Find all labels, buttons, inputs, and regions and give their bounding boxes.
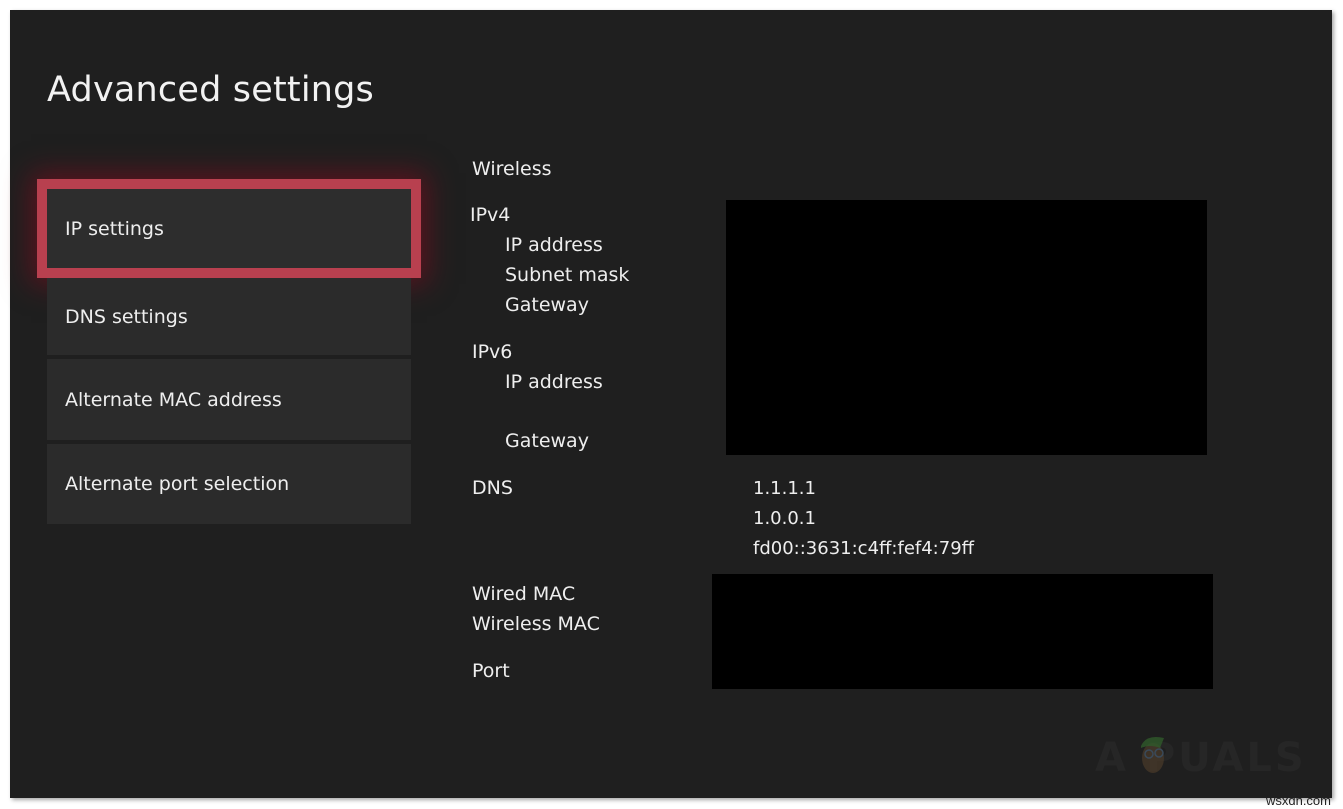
ipv6-gateway-label: Gateway: [505, 430, 589, 452]
page-title: Advanced settings: [47, 70, 374, 110]
redacted-ip-values: [726, 200, 1207, 455]
menu-item-dns-settings[interactable]: DNS settings: [47, 278, 411, 355]
menu-item-label: DNS settings: [65, 305, 188, 328]
appuals-watermark: A PUALS: [1095, 735, 1307, 781]
dns-label: DNS: [472, 477, 513, 499]
dns-secondary-value: 1.0.0.1: [753, 508, 816, 529]
ipv6-ip-address-label: IP address: [505, 371, 603, 393]
ipv4-heading: IPv4: [470, 204, 511, 226]
wireless-mac-label: Wireless MAC: [472, 613, 600, 635]
menu-item-label: Alternate port selection: [65, 473, 290, 495]
advanced-settings-screen: Advanced settings IP settings DNS settin…: [10, 10, 1332, 798]
wired-mac-label: Wired MAC: [472, 583, 576, 605]
site-watermark: wsxdn.com: [1265, 793, 1331, 808]
connection-type-label: Wireless: [472, 158, 552, 180]
port-label: Port: [472, 660, 510, 682]
menu-item-alternate-mac-address[interactable]: Alternate MAC address: [47, 359, 411, 440]
dns-ipv6-value: fd00::3631:c4ff:fef4:79ff: [753, 538, 975, 559]
ipv4-ip-address-label: IP address: [505, 234, 603, 256]
ipv6-heading: IPv6: [472, 341, 513, 363]
menu-item-ip-settings[interactable]: IP settings: [37, 179, 421, 278]
menu-item-label: Alternate MAC address: [65, 388, 282, 411]
dns-primary-value: 1.1.1.1: [753, 478, 816, 499]
appuals-mascot-icon: [1141, 737, 1164, 773]
menu-item-alternate-port-selection[interactable]: Alternate port selection: [47, 444, 411, 524]
menu-item-label: IP settings: [65, 217, 164, 240]
ipv4-gateway-label: Gateway: [505, 294, 589, 316]
ipv4-subnet-mask-label: Subnet mask: [505, 264, 630, 286]
redacted-mac-values: [712, 574, 1213, 689]
